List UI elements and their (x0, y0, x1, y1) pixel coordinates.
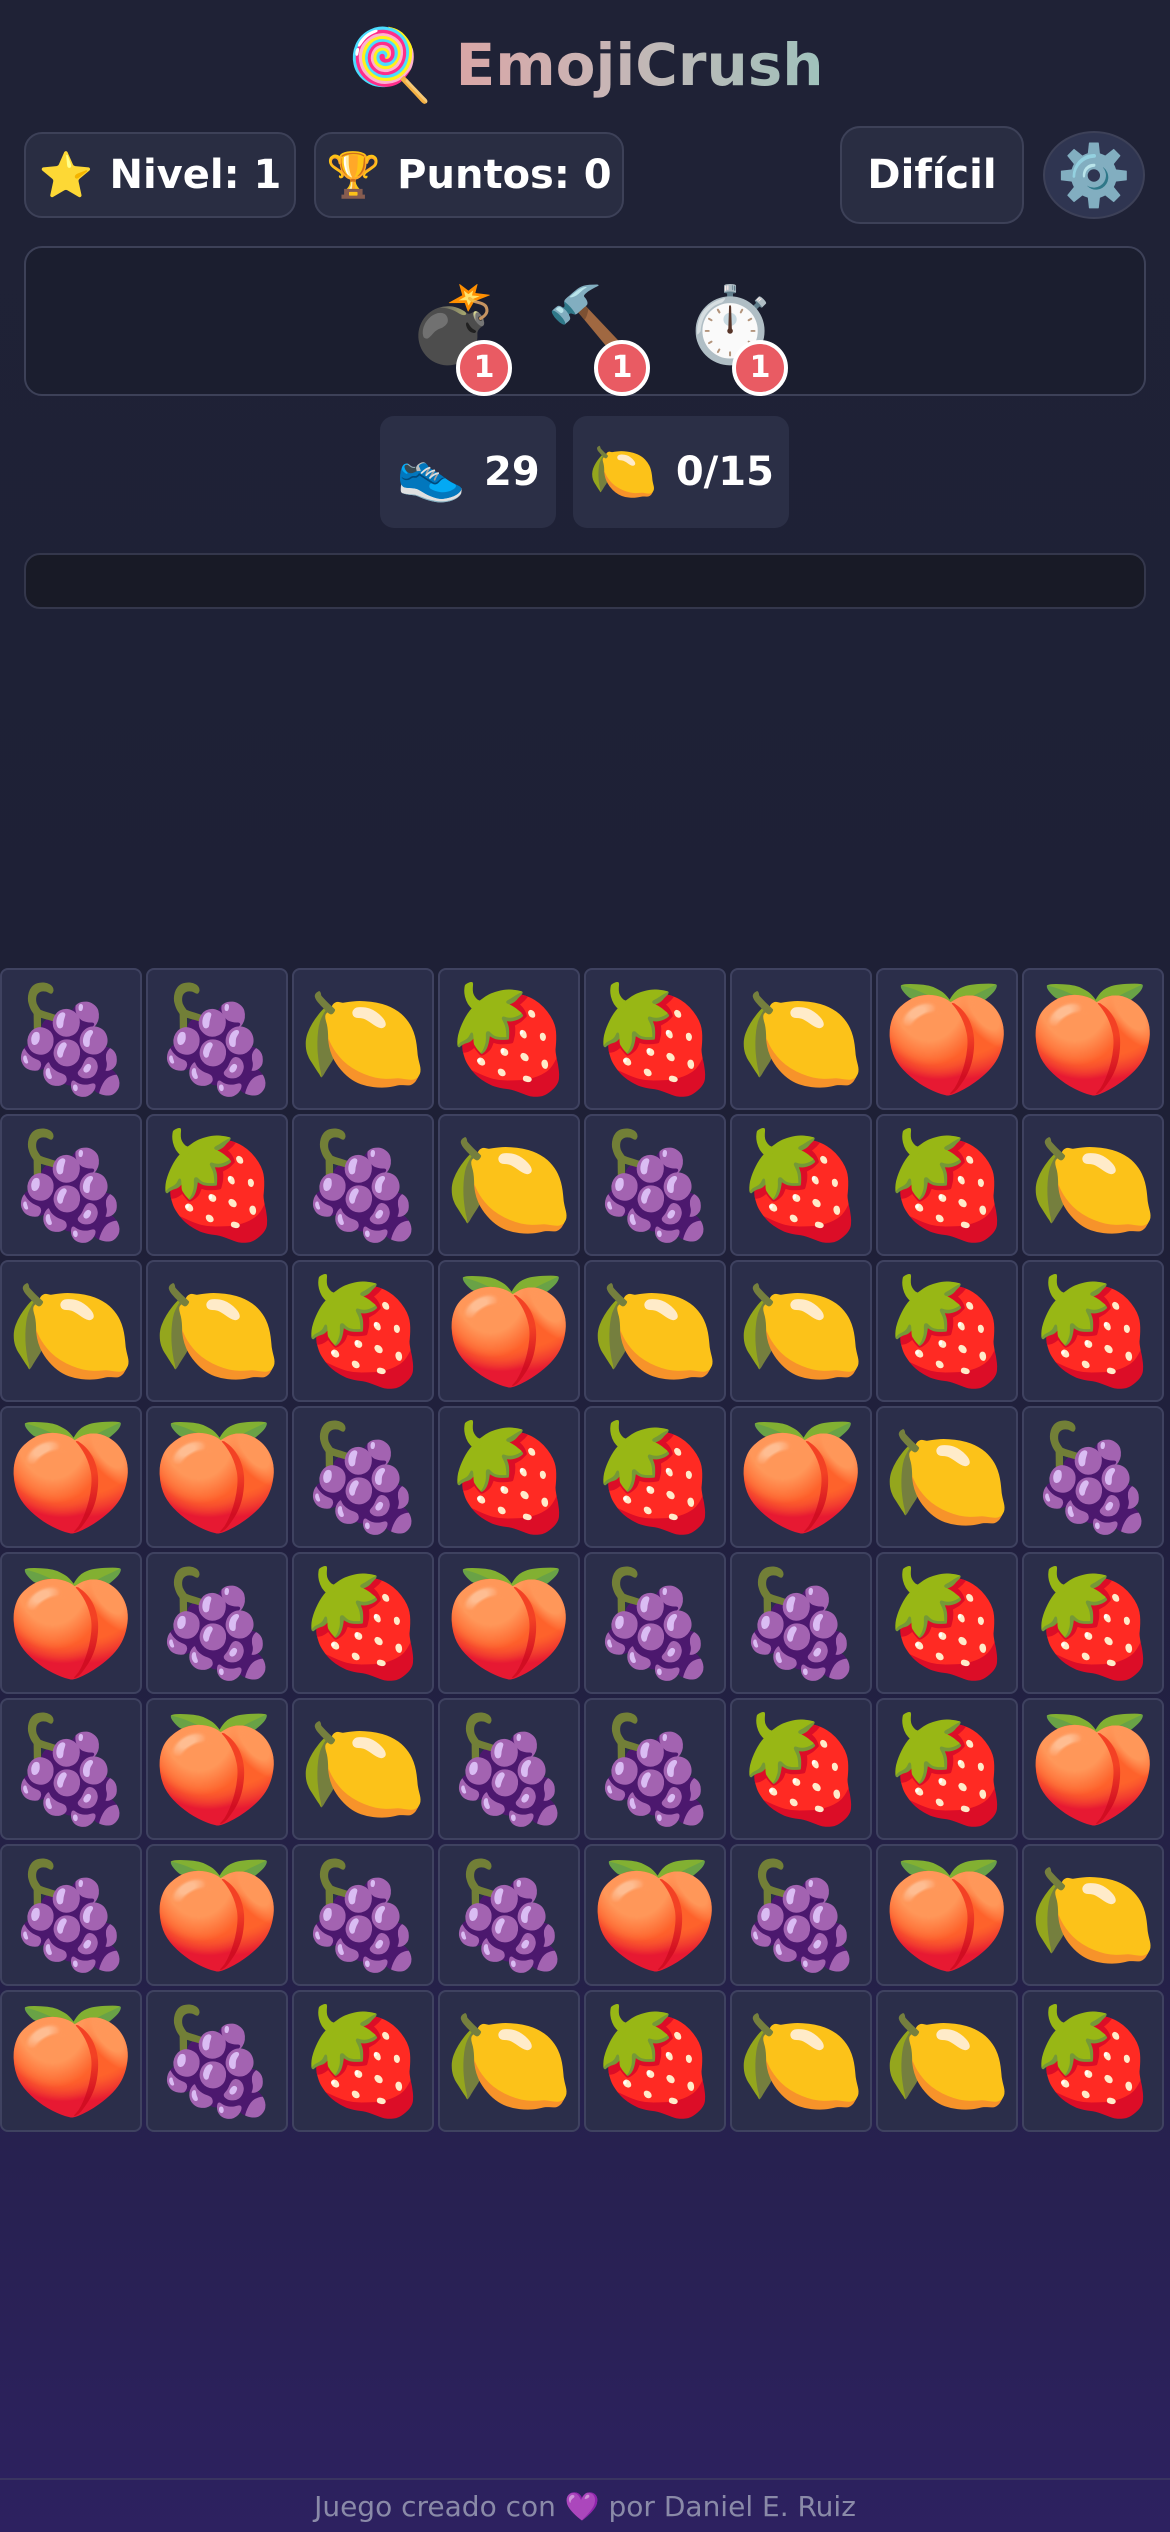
board-tile-strawberry[interactable]: 🍓 (876, 1698, 1018, 1840)
board-tile-strawberry[interactable]: 🍓 (730, 1698, 872, 1840)
moves-value: 29 (484, 449, 540, 495)
board-tile-strawberry[interactable]: 🍓 (876, 1114, 1018, 1256)
board-tile-strawberry[interactable]: 🍓 (1022, 1552, 1164, 1694)
board-tile-lemon[interactable]: 🍋 (730, 1990, 872, 2132)
board-tile-strawberry[interactable]: 🍓 (584, 968, 726, 1110)
board-tile-peach[interactable]: 🍑 (438, 1260, 580, 1402)
hammer-powerup-button[interactable]: 🔨 1 (546, 280, 650, 396)
board-tile-strawberry[interactable]: 🍓 (438, 1406, 580, 1548)
sneaker-icon: 👟 (396, 440, 467, 505)
board-tile-peach[interactable]: 🍑 (0, 1406, 142, 1548)
board-tile-grape[interactable]: 🍇 (146, 968, 288, 1110)
board-tile-peach[interactable]: 🍑 (146, 1844, 288, 1986)
board-tile-grape[interactable]: 🍇 (1022, 1406, 1164, 1548)
bomb-count-badge: 1 (456, 340, 512, 396)
board-tile-lemon[interactable]: 🍋 (876, 1406, 1018, 1548)
difficulty-button[interactable]: Difícil (840, 126, 1024, 224)
board-tile-lemon[interactable]: 🍋 (0, 1260, 142, 1402)
board-tile-grape[interactable]: 🍇 (584, 1698, 726, 1840)
goal-counter: 🍋 0/15 (573, 416, 789, 528)
board-tile-peach[interactable]: 🍑 (0, 1552, 142, 1694)
board-tile-grape[interactable]: 🍇 (730, 1552, 872, 1694)
board-tile-grape[interactable]: 🍇 (0, 1698, 142, 1840)
board-tile-strawberry[interactable]: 🍓 (292, 1990, 434, 2132)
board-tile-strawberry[interactable]: 🍓 (876, 1552, 1018, 1694)
board-tile-lemon[interactable]: 🍋 (292, 968, 434, 1110)
stopwatch-count-badge: 1 (732, 340, 788, 396)
board-tile-peach[interactable]: 🍑 (876, 1844, 1018, 1986)
board-tile-grape[interactable]: 🍇 (584, 1114, 726, 1256)
board-tile-strawberry[interactable]: 🍓 (1022, 1260, 1164, 1402)
points-indicator: 🏆 Puntos: 0 (314, 132, 624, 218)
board-tile-peach[interactable]: 🍑 (1022, 968, 1164, 1110)
star-icon: ⭐ (38, 150, 94, 201)
board-tile-peach[interactable]: 🍑 (730, 1406, 872, 1548)
gear-icon: ⚙️ (1056, 140, 1132, 211)
board-tile-grape[interactable]: 🍇 (584, 1552, 726, 1694)
board-tile-strawberry[interactable]: 🍓 (292, 1552, 434, 1694)
board-tile-grape[interactable]: 🍇 (292, 1114, 434, 1256)
board-tile-strawberry[interactable]: 🍓 (1022, 1990, 1164, 2132)
trophy-icon: 🏆 (326, 150, 382, 201)
board-tile-lemon[interactable]: 🍋 (292, 1698, 434, 1840)
lemon-icon: 🍋 (588, 440, 658, 505)
board-tile-strawberry[interactable]: 🍓 (876, 1260, 1018, 1402)
board-tile-lemon[interactable]: 🍋 (1022, 1844, 1164, 1986)
board-tile-peach[interactable]: 🍑 (146, 1406, 288, 1548)
level-label: Nivel: 1 (109, 152, 282, 198)
board-tile-lemon[interactable]: 🍋 (730, 1260, 872, 1402)
hammer-count-badge: 1 (594, 340, 650, 396)
board-tile-grape[interactable]: 🍇 (0, 1844, 142, 1986)
board-tile-peach[interactable]: 🍑 (1022, 1698, 1164, 1840)
board-tile-lemon[interactable]: 🍋 (876, 1990, 1018, 2132)
powerups-panel: 💣 1 🔨 1 ⏱️ 1 (24, 246, 1146, 396)
board-tile-lemon[interactable]: 🍋 (584, 1260, 726, 1402)
board-tile-lemon[interactable]: 🍋 (730, 968, 872, 1110)
bomb-powerup-button[interactable]: 💣 1 (408, 280, 512, 396)
board-tile-grape[interactable]: 🍇 (438, 1844, 580, 1986)
points-label: Puntos: 0 (397, 152, 612, 198)
board-tile-strawberry[interactable]: 🍓 (292, 1260, 434, 1402)
board-tile-grape[interactable]: 🍇 (292, 1406, 434, 1548)
app-title: 🍭 EmojiCrush (0, 30, 1170, 100)
game-board: 🍇 🍇 🍋 🍓 🍓 🍋 🍑 🍑 🍇 🍓 🍇 🍋 🍇 🍓 🍓 🍋 🍋 🍋 🍓 🍑 🍋 🍋 🍓 🍓 🍑 🍑 🍇 🍓 🍓 🍑 🍋 🍇 🍑 🍇 🍓 🍑 🍇 🍇 🍓 🍓… (0, 968, 1170, 2144)
settings-button[interactable]: ⚙️ (1043, 131, 1145, 219)
level-indicator: ⭐ Nivel: 1 (24, 132, 296, 218)
board-tile-lemon[interactable]: 🍋 (146, 1260, 288, 1402)
board-tile-lemon[interactable]: 🍋 (438, 1114, 580, 1256)
board-tile-peach[interactable]: 🍑 (438, 1552, 580, 1694)
board-tile-peach[interactable]: 🍑 (0, 1990, 142, 2132)
board-tile-grape[interactable]: 🍇 (146, 1990, 288, 2132)
level-progress-bar (24, 553, 1146, 609)
board-tile-lemon[interactable]: 🍋 (1022, 1114, 1164, 1256)
board-tile-grape[interactable]: 🍇 (438, 1698, 580, 1840)
footer-credit: Juego creado con 💜 por Daniel E. Ruiz (0, 2478, 1170, 2532)
board-tile-grape[interactable]: 🍇 (0, 968, 142, 1110)
board-tile-peach[interactable]: 🍑 (876, 968, 1018, 1110)
board-tile-grape[interactable]: 🍇 (292, 1844, 434, 1986)
board-tile-grape[interactable]: 🍇 (730, 1844, 872, 1986)
stopwatch-powerup-button[interactable]: ⏱️ 1 (684, 280, 788, 396)
board-tile-grape[interactable]: 🍇 (0, 1114, 142, 1256)
board-tile-peach[interactable]: 🍑 (146, 1698, 288, 1840)
board-tile-strawberry[interactable]: 🍓 (584, 1406, 726, 1548)
goal-value: 0/15 (675, 449, 774, 495)
board-tile-lemon[interactable]: 🍋 (438, 1990, 580, 2132)
board-tile-strawberry[interactable]: 🍓 (438, 968, 580, 1110)
board-tile-grape[interactable]: 🍇 (146, 1552, 288, 1694)
app-title-text: EmojiCrush (455, 31, 824, 99)
board-tile-strawberry[interactable]: 🍓 (730, 1114, 872, 1256)
board-tile-strawberry[interactable]: 🍓 (584, 1990, 726, 2132)
lollipop-icon: 🍭 (346, 24, 434, 106)
board-tile-peach[interactable]: 🍑 (584, 1844, 726, 1986)
moves-counter: 👟 29 (380, 416, 556, 528)
board-tile-strawberry[interactable]: 🍓 (146, 1114, 288, 1256)
